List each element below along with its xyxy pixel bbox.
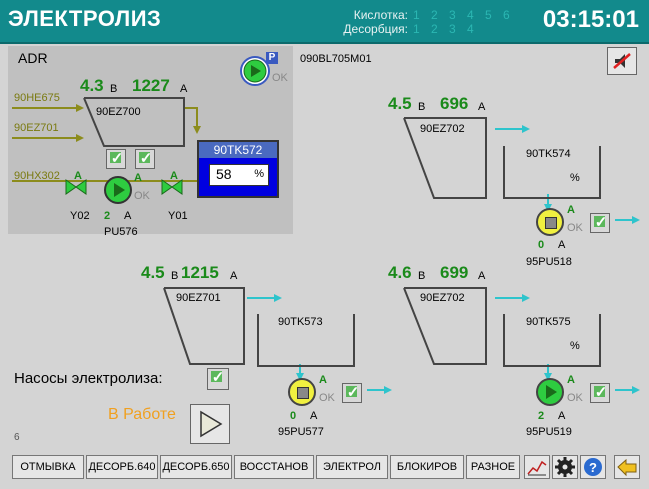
nav-desorb640-button[interactable]: ДЕСОРБ.640: [86, 455, 158, 479]
cell3-label: 90EZ702: [420, 292, 465, 304]
back-arrow-icon: [617, 458, 637, 477]
adr-tank-unit: %: [254, 168, 264, 180]
cell3-pump-state: A: [567, 374, 575, 386]
pu576-count: 2: [104, 210, 111, 222]
pu576-mode: A: [124, 210, 132, 222]
cell1-pump-ok: OK: [567, 222, 583, 234]
cell2-current: 1215: [181, 263, 219, 282]
valve-y02-label: Y02: [70, 210, 90, 222]
nav-washing-button[interactable]: ОТМЫВКА: [12, 455, 84, 479]
cell1-voltage: 4.5: [388, 94, 412, 113]
valve-y02-icon[interactable]: [64, 178, 88, 196]
cell2-pump-ok: OK: [319, 392, 335, 404]
adr-check-2[interactable]: ✓: [135, 149, 155, 169]
cell3-pump-ok: OK: [567, 392, 583, 404]
cell2-pump-state: A: [319, 374, 327, 386]
cell1-label: 90EZ702: [420, 123, 465, 135]
cell2-pump-mode: A: [310, 410, 318, 422]
adr-current: 1227: [132, 76, 170, 95]
input-90ez701: 90EZ701: [14, 122, 59, 134]
stop-icon: [297, 387, 309, 399]
play-icon: [546, 385, 557, 399]
adr-pipes: [12, 97, 640, 394]
cell3-pump[interactable]: [536, 378, 564, 406]
pumps-check[interactable]: ✓: [207, 368, 229, 390]
cell2-voltage-unit: В: [171, 270, 179, 282]
cell2-voltage: 4.5: [141, 263, 165, 282]
cell3-pump-label: 95PU519: [526, 426, 572, 438]
cell2-pump[interactable]: [288, 378, 316, 406]
nav-blocking-button[interactable]: БЛОКИРОВ: [390, 455, 464, 479]
cell1-current-unit: А: [478, 101, 486, 113]
adr-tank[interactable]: 90TK572 58 %: [197, 140, 279, 198]
cell1-pump-count: 0: [538, 239, 545, 251]
nav-misc-button[interactable]: РАЗНОЕ: [466, 455, 520, 479]
pu576-label: PU576: [104, 226, 138, 238]
cell1-voltage-unit: В: [418, 101, 426, 113]
cell3-tank-unit: %: [570, 340, 580, 352]
play-icon: [114, 183, 125, 197]
cell1-pump[interactable]: [536, 208, 564, 236]
cell3-pump-mode: A: [558, 410, 566, 422]
adr-voltage: 4.3: [80, 76, 104, 95]
cell2-tank: 90TK573: [278, 316, 323, 328]
settings-button[interactable]: [552, 455, 578, 479]
adr-voltage-unit: В: [110, 83, 118, 95]
trend-button[interactable]: [524, 455, 550, 479]
help-button[interactable]: ?: [580, 455, 606, 479]
cell2-pump-label: 95PU577: [278, 426, 324, 438]
pu576-state: A: [134, 172, 142, 184]
gear-icon: [555, 457, 575, 477]
trend-icon: [527, 460, 547, 476]
cell1-pump-mode: A: [558, 239, 566, 251]
adr-tank-level: 58: [216, 166, 232, 182]
adr-check-1[interactable]: ✓: [106, 149, 126, 169]
nav-desorb650-button[interactable]: ДЕСОРБ.650: [160, 455, 232, 479]
pu576-ok: OK: [134, 190, 150, 202]
cell1-check[interactable]: ✓: [590, 213, 610, 233]
cell3-current-unit: А: [478, 270, 486, 282]
cell2-label: 90EZ701: [176, 292, 221, 304]
cell1-tank-unit: %: [570, 172, 580, 184]
page-number: 6: [14, 432, 20, 443]
cell1-pump-state: A: [567, 204, 575, 216]
nav-electrolysis-button[interactable]: ЭЛЕКТРОЛ: [316, 455, 388, 479]
cell3-current: 699: [440, 263, 469, 282]
cell2-check[interactable]: ✓: [342, 383, 362, 403]
play-icon: [200, 410, 223, 438]
start-button[interactable]: [190, 404, 230, 444]
cell3-voltage-unit: В: [418, 270, 426, 282]
cell3-tank: 90TK575: [526, 316, 571, 328]
input-90he675: 90HE675: [14, 92, 60, 104]
pumps-label: Насосы электролиза:: [14, 370, 163, 387]
cell2-current-unit: А: [230, 270, 238, 282]
back-button[interactable]: [614, 455, 640, 479]
adr-tank-label: 90TK572: [199, 142, 277, 158]
cell1-tank: 90TK574: [526, 148, 571, 160]
cell3-pump-count: 2: [538, 410, 545, 422]
adr-tank-level-box: 58 %: [209, 164, 269, 186]
adr-cell-label: 90EZ700: [96, 106, 141, 118]
svg-text:?: ?: [589, 460, 597, 475]
cell3-voltage: 4.6: [388, 263, 412, 282]
cell3-check[interactable]: ✓: [590, 383, 610, 403]
pu576-pump[interactable]: [104, 176, 132, 204]
cell1-current: 696: [440, 94, 469, 113]
adr-current-unit: А: [180, 83, 188, 95]
nav-restore-button[interactable]: ВОССТАНОВ: [234, 455, 314, 479]
help-icon: ?: [584, 458, 602, 476]
cell2-pump-count: 0: [290, 410, 297, 422]
valve-y01-label: Y01: [168, 210, 188, 222]
valve-y01-icon[interactable]: [160, 178, 184, 196]
cell1-pump-label: 95PU518: [526, 256, 572, 268]
input-90hx302: 90HX302: [14, 170, 60, 182]
status-text: В Работе: [108, 406, 176, 423]
stop-icon: [545, 217, 557, 229]
